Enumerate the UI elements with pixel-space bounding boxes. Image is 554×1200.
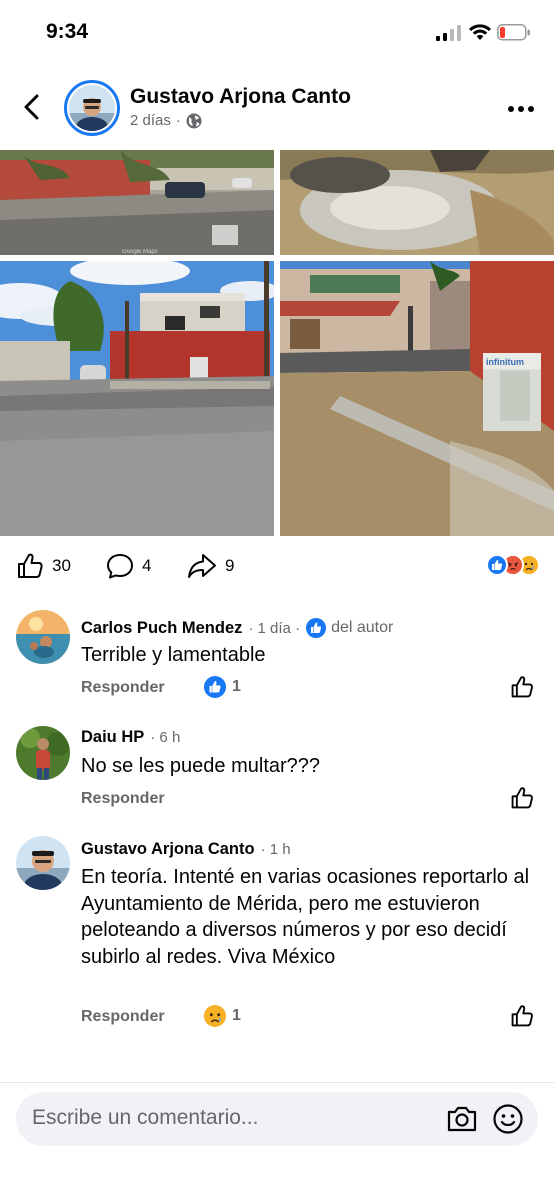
- svg-text:infinitum: infinitum: [486, 357, 524, 367]
- post-time[interactable]: 2 días: [130, 112, 171, 129]
- globe-icon: [186, 113, 202, 128]
- like-reaction-icon: [486, 554, 508, 576]
- comment-text: Terrible y lamentable: [81, 644, 266, 666]
- commenter-name[interactable]: Carlos Puch Mendez: [81, 619, 242, 638]
- battery-icon: [497, 24, 531, 46]
- share-icon: [188, 554, 216, 578]
- comment-like-button[interactable]: [510, 1004, 534, 1028]
- share-button[interactable]: 9: [187, 552, 234, 580]
- comment-like-button[interactable]: [510, 786, 534, 810]
- comment-time[interactable]: · 6 h: [150, 729, 180, 746]
- emoji-button[interactable]: [492, 1103, 524, 1135]
- comment-text: No se les puede multar???: [81, 755, 321, 777]
- comment-time[interactable]: · 1 h: [261, 841, 291, 858]
- reaction-summary[interactable]: [486, 554, 540, 576]
- post-header: Gustavo Arjona Canto 2 días ·: [0, 66, 554, 150]
- chevron-left-icon: [24, 94, 39, 120]
- commenter-avatar[interactable]: [16, 610, 70, 664]
- comment-icon: [107, 554, 133, 579]
- commenter-avatar[interactable]: [16, 726, 70, 780]
- back-button[interactable]: [18, 92, 48, 122]
- comment-reaction-count: 1: [232, 1007, 241, 1024]
- comment-item: Carlos Puch Mendez · 1 día · del autor T…: [0, 608, 554, 708]
- comment-item: Daiu HP · 6 h No se les puede multar??? …: [0, 722, 554, 818]
- reply-button[interactable]: Responder: [81, 679, 165, 697]
- composer-divider: [0, 1082, 554, 1083]
- author-avatar[interactable]: [64, 80, 120, 136]
- like-badge-icon: [306, 618, 327, 638]
- thumbs-up-icon: [511, 676, 533, 698]
- wifi-icon: [468, 22, 492, 46]
- comment-text: En teoría. Intenté en varias ocasiones r…: [81, 866, 530, 968]
- more-icon: [508, 106, 534, 112]
- share-count: 9: [225, 556, 235, 575]
- smiley-icon: [493, 1104, 523, 1134]
- author-badge-label: del autor: [331, 619, 394, 636]
- photo-watermark: Google Maps: [122, 249, 158, 255]
- post-photo-2[interactable]: [280, 150, 554, 255]
- commenter-name[interactable]: Daiu HP: [81, 728, 144, 747]
- comment-reaction[interactable]: 1: [204, 1005, 241, 1027]
- comment-time[interactable]: · 1 día ·: [248, 620, 300, 637]
- comment-button[interactable]: 4: [106, 552, 151, 580]
- photo-grid: Google Maps infinitum: [0, 150, 554, 536]
- more-options-button[interactable]: [506, 102, 536, 114]
- thumbs-up-icon: [511, 787, 533, 809]
- comment-input[interactable]: [32, 1106, 432, 1130]
- like-reaction-icon: [204, 676, 226, 698]
- post-stats: 30 4 9: [0, 548, 554, 584]
- post-photo-1[interactable]: Google Maps: [0, 150, 274, 255]
- comment-reaction-count: 1: [232, 678, 241, 695]
- camera-icon: [447, 1106, 477, 1132]
- reply-button[interactable]: Responder: [81, 790, 165, 808]
- comment-header: Gustavo Arjona Canto · 1 h: [81, 840, 291, 859]
- thumbs-up-icon: [511, 1005, 533, 1027]
- comment-header: Daiu HP · 6 h: [81, 728, 180, 747]
- signal-icon: [436, 25, 462, 46]
- meta-separator: ·: [175, 112, 181, 129]
- comment-item: Gustavo Arjona Canto · 1 h En teoría. In…: [0, 834, 554, 1034]
- comment-count: 4: [142, 556, 152, 575]
- comment-like-button[interactable]: [510, 675, 534, 699]
- like-count: 30: [52, 556, 71, 575]
- reply-button[interactable]: Responder: [81, 1008, 165, 1026]
- like-button[interactable]: 30: [16, 552, 71, 580]
- post-photo-3[interactable]: [0, 261, 274, 536]
- status-time: 9:34: [46, 20, 89, 43]
- thumbs-up-icon: [18, 553, 43, 578]
- comment-reaction[interactable]: 1: [204, 676, 241, 698]
- status-bar: 9:34: [0, 0, 554, 66]
- camera-button[interactable]: [446, 1104, 478, 1134]
- author-badge: del autor: [306, 618, 393, 638]
- sad-reaction-icon: [204, 1005, 226, 1027]
- post-photo-4[interactable]: infinitum: [280, 261, 554, 536]
- commenter-avatar[interactable]: [16, 836, 70, 890]
- comment-header: Carlos Puch Mendez · 1 día · del autor: [81, 618, 393, 638]
- comment-composer: [16, 1092, 538, 1146]
- commenter-name[interactable]: Gustavo Arjona Canto: [81, 840, 255, 859]
- post-meta: 2 días ·: [130, 112, 202, 129]
- author-name[interactable]: Gustavo Arjona Canto: [130, 85, 351, 109]
